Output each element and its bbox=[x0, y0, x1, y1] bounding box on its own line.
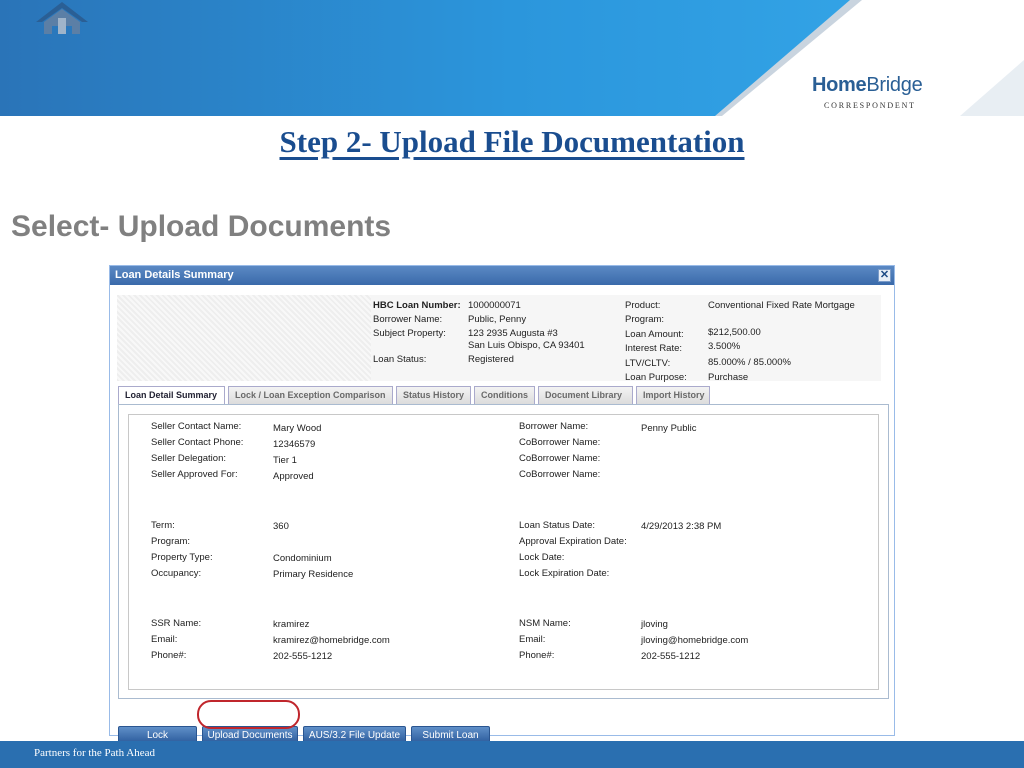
loan-purpose-label: Loan Purpose: bbox=[625, 372, 687, 383]
placeholder-area bbox=[117, 295, 371, 381]
program-label: Program: bbox=[625, 314, 665, 325]
seller-contact-name-label: Seller Contact Name: bbox=[151, 421, 242, 432]
coborrower-name-label: CoBorrower Name: bbox=[519, 437, 601, 448]
loan-status-value: Registered bbox=[468, 354, 514, 365]
ssr-name-value: kramirez bbox=[273, 619, 310, 630]
seller-delegation-label: Seller Delegation: bbox=[151, 453, 226, 464]
hbc-loan-number-label: HBC Loan Number: bbox=[373, 300, 461, 311]
seller-contact-phone-value: 12346579 bbox=[273, 439, 316, 450]
seller-delegation-value: Tier 1 bbox=[273, 455, 297, 466]
tab-document-library[interactable]: Document Library bbox=[538, 386, 633, 404]
loan-purpose-value: Purchase bbox=[708, 372, 749, 383]
dialog-title: Loan Details Summary bbox=[115, 269, 234, 281]
ssr-email-value: kramirez@homebridge.com bbox=[273, 635, 390, 646]
borrower-name-label: Borrower Name: bbox=[519, 421, 589, 432]
borrower-name-value: Penny Public bbox=[641, 423, 697, 434]
nsm-name-label: NSM Name: bbox=[519, 618, 571, 629]
loan-status-date-value: 4/29/2013 2:38 PM bbox=[641, 521, 722, 532]
term-value: 360 bbox=[273, 521, 289, 532]
tab-loan-detail-summary[interactable]: Loan Detail Summary bbox=[118, 386, 225, 405]
loan-info-panel: HBC Loan Number: 1000000071 Borrower Nam… bbox=[371, 295, 881, 383]
coborrower-name-label: CoBorrower Name: bbox=[519, 453, 601, 464]
ssr-phone-value: 202-555-1212 bbox=[273, 651, 333, 662]
occupancy-label: Occupancy: bbox=[151, 568, 202, 579]
subject-property-line1: 123 2935 Augusta #3 bbox=[468, 328, 558, 339]
tab-import-history[interactable]: Import History bbox=[636, 386, 710, 404]
product-label: Product: bbox=[625, 300, 661, 311]
ltv-cltv-label: LTV/CLTV: bbox=[625, 358, 671, 369]
borrower-name-value: Public, Penny bbox=[468, 314, 527, 325]
approval-expiration-label: Approval Expiration Date: bbox=[519, 536, 627, 547]
slide-subtitle: Select- Upload Documents bbox=[11, 210, 392, 243]
property-type-label: Property Type: bbox=[151, 552, 213, 563]
nsm-email-label: Email: bbox=[519, 634, 546, 645]
loan-details-dialog: Loan Details Summary ✕ HBC Loan Number: … bbox=[109, 265, 895, 743]
loan-amount-value: $212,500.00 bbox=[708, 327, 761, 338]
ssr-email-label: Email: bbox=[151, 634, 178, 645]
seller-approved-value: Approved bbox=[273, 471, 314, 482]
nsm-phone-value: 202-555-1212 bbox=[641, 651, 701, 662]
dialog-body: HBC Loan Number: 1000000071 Borrower Nam… bbox=[110, 285, 894, 743]
loan-detail-section: Seller Contact Name: Mary Wood Seller Co… bbox=[128, 414, 879, 690]
footer-tagline: Partners for the Path Ahead bbox=[34, 747, 155, 759]
seller-contact-phone-label: Seller Contact Phone: bbox=[151, 437, 244, 448]
subject-property-line2: San Luis Obispo, CA 93401 bbox=[468, 340, 585, 351]
dialog-header: Loan Details Summary ✕ bbox=[110, 266, 894, 285]
seller-contact-name-value: Mary Wood bbox=[273, 423, 322, 434]
coborrower-name-label: CoBorrower Name: bbox=[519, 469, 601, 480]
loan-status-date-label: Loan Status Date: bbox=[519, 520, 596, 531]
tab-status-history[interactable]: Status History bbox=[396, 386, 471, 404]
product-value: Conventional Fixed Rate Mortgage bbox=[708, 300, 855, 311]
loan-status-label: Loan Status: bbox=[373, 354, 427, 365]
property-type-value: Condominium bbox=[273, 553, 332, 564]
logo-wordmark: HomeBridge bbox=[812, 74, 923, 96]
upload-highlight-ring bbox=[197, 700, 300, 729]
header-banner: HomeBridge CORRESPONDENT bbox=[0, 0, 1024, 120]
nsm-email-value: jloving@homebridge.com bbox=[641, 635, 749, 646]
homebridge-logo-icon bbox=[36, 2, 88, 34]
tab-conditions[interactable]: Conditions bbox=[474, 386, 535, 404]
borrower-name-label: Borrower Name: bbox=[373, 314, 443, 325]
slide-title: Step 2- Upload File Documentation bbox=[279, 124, 745, 159]
subject-property-label: Subject Property: bbox=[373, 328, 446, 339]
interest-rate-label: Interest Rate: bbox=[625, 343, 683, 354]
loan-amount-label: Loan Amount: bbox=[625, 329, 684, 340]
lock-date-label: Lock Date: bbox=[519, 552, 565, 563]
ssr-phone-label: Phone#: bbox=[151, 650, 187, 661]
nsm-phone-label: Phone#: bbox=[519, 650, 555, 661]
ltv-cltv-value: 85.000% / 85.000% bbox=[708, 357, 791, 368]
ssr-name-label: SSR Name: bbox=[151, 618, 202, 629]
tab-panel: Seller Contact Name: Mary Wood Seller Co… bbox=[118, 404, 889, 699]
occupancy-value: Primary Residence bbox=[273, 569, 354, 580]
program-label: Program: bbox=[151, 536, 191, 547]
term-label: Term: bbox=[151, 520, 175, 531]
nsm-name-value: jloving bbox=[641, 619, 668, 630]
lock-expiration-label: Lock Expiration Date: bbox=[519, 568, 610, 579]
seller-approved-label: Seller Approved For: bbox=[151, 469, 238, 480]
hbc-loan-number-value: 1000000071 bbox=[468, 300, 521, 311]
logo-subtitle: CORRESPONDENT bbox=[824, 101, 916, 110]
close-icon[interactable]: ✕ bbox=[878, 269, 891, 282]
footer-bar: Partners for the Path Ahead bbox=[0, 741, 1024, 768]
interest-rate-value: 3.500% bbox=[708, 341, 741, 352]
tab-lock-loan-exception[interactable]: Lock / Loan Exception Comparison bbox=[228, 386, 393, 404]
